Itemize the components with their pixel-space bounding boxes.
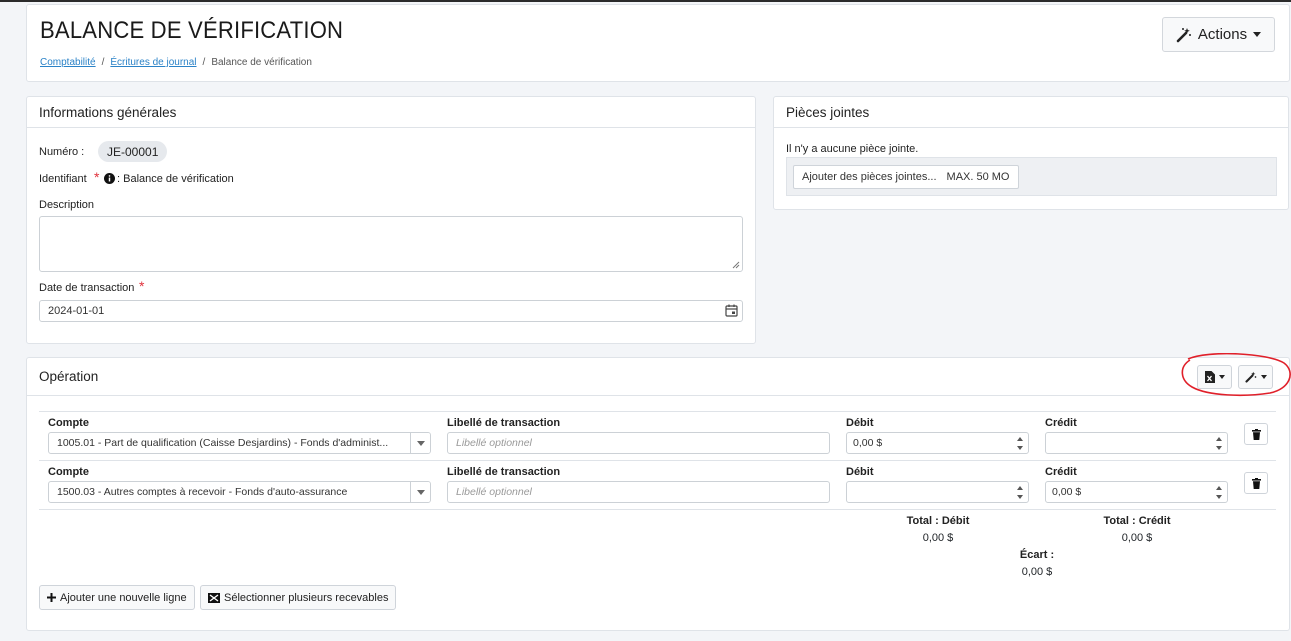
- actions-button[interactable]: Actions: [1162, 17, 1275, 52]
- info-icon[interactable]: [104, 173, 115, 184]
- debit-header: Débit: [846, 417, 874, 429]
- numero-badge: JE-00001: [98, 141, 168, 162]
- select-receivables-button[interactable]: Sélectionner plusieurs recevables: [200, 585, 397, 610]
- label-header: Libellé de transaction: [447, 466, 561, 478]
- gap-total: Écart : 0,00 $: [1002, 549, 1072, 578]
- attachments-empty-text: Il n'y a aucune pièce jointe.: [786, 143, 919, 155]
- total-credit-value: 0,00 $: [1121, 532, 1153, 544]
- credit-header: Crédit: [1045, 466, 1077, 478]
- row-divider: [39, 509, 1276, 510]
- select-multiple-icon: [208, 592, 220, 603]
- resize-handle-icon[interactable]: [732, 261, 740, 269]
- date-value: 2024-01-01: [48, 305, 105, 317]
- add-attachments-label: Ajouter des pièces jointes...: [802, 171, 937, 183]
- account-select[interactable]: 1500.03 - Autres comptes à recevoir - Fo…: [48, 481, 431, 503]
- breadcrumb: Comptabilité / Écritures de journal / Ba…: [40, 57, 312, 68]
- max-size-label: MAX. 50 MO: [946, 171, 1010, 183]
- debit-input[interactable]: [846, 481, 1029, 503]
- dropdown-toggle[interactable]: [410, 433, 430, 453]
- page-title: BALANCE DE VÉRIFICATION: [40, 17, 344, 44]
- chevron-down-icon: [416, 440, 425, 446]
- required-asterisk: *: [94, 169, 100, 185]
- actions-label: Actions: [1197, 26, 1248, 43]
- add-line-label: Ajouter une nouvelle ligne: [60, 591, 187, 604]
- debit-header: Débit: [846, 466, 874, 478]
- account-value: 1005.01 - Part de qualification (Caisse …: [57, 437, 389, 449]
- debit-input[interactable]: 0,00 $: [846, 432, 1029, 454]
- credit-value: 0,00 $: [1052, 486, 1082, 498]
- identifiant-value: : Balance de vérification: [117, 173, 234, 185]
- total-credit: Total : Crédit 0,00 $: [1087, 515, 1187, 544]
- attachment-dropzone[interactable]: Ajouter des pièces jointes... MAX. 50 MO: [786, 157, 1277, 196]
- total-credit-label: Total : Crédit: [1103, 515, 1171, 527]
- spinner-icon[interactable]: [1016, 435, 1024, 452]
- attachments-card: Pièces jointes Il n'y a aucune pièce joi…: [773, 96, 1289, 210]
- label-header: Libellé de transaction: [447, 417, 561, 429]
- chevron-down-icon: [1253, 32, 1262, 37]
- total-debit-label: Total : Débit: [906, 515, 970, 527]
- date-label: Date de transaction: [39, 282, 135, 294]
- dropdown-toggle[interactable]: [410, 482, 430, 502]
- trash-icon: [1251, 428, 1261, 440]
- total-debit: Total : Débit 0,00 $: [893, 515, 983, 544]
- annotation-circle: [1181, 353, 1291, 397]
- date-input[interactable]: 2024-01-01: [39, 300, 743, 322]
- plus-icon: [47, 593, 56, 602]
- account-header: Compte: [48, 466, 89, 478]
- breadcrumb-current: Balance de vérification: [211, 57, 312, 68]
- row-divider: [39, 411, 1276, 412]
- total-debit-value: 0,00 $: [922, 532, 954, 544]
- gap-value: 0,00 $: [1021, 566, 1053, 578]
- identifiant-label: Identifiant: [39, 173, 87, 185]
- select-receivables-label: Sélectionner plusieurs recevables: [224, 591, 389, 604]
- delete-row-button[interactable]: [1244, 423, 1268, 445]
- add-line-button[interactable]: Ajouter une nouvelle ligne: [39, 585, 195, 610]
- top-border: [0, 0, 1291, 2]
- page-header: BALANCE DE VÉRIFICATION Comptabilité / É…: [26, 4, 1290, 82]
- transaction-label-input[interactable]: Libellé optionnel: [447, 432, 830, 454]
- row-divider: [39, 460, 1276, 461]
- credit-input[interactable]: 0,00 $: [1045, 481, 1228, 503]
- breadcrumb-link-ecritures[interactable]: Écritures de journal: [110, 57, 196, 68]
- gap-label: Écart :: [1019, 549, 1055, 561]
- account-value: 1500.03 - Autres comptes à recevoir - Fo…: [57, 486, 348, 498]
- delete-row-button[interactable]: [1244, 472, 1268, 494]
- account-select[interactable]: 1005.01 - Part de qualification (Caisse …: [48, 432, 431, 454]
- breadcrumb-separator: /: [101, 57, 105, 68]
- calendar-icon[interactable]: [725, 304, 738, 317]
- description-label: Description: [39, 199, 95, 211]
- attachments-title: Pièces jointes: [774, 97, 1288, 128]
- general-info-card: Informations générales Numéro : JE-00001…: [26, 96, 756, 344]
- credit-header: Crédit: [1045, 417, 1077, 429]
- debit-value: 0,00 $: [853, 437, 883, 449]
- general-info-title: Informations générales: [27, 97, 755, 128]
- magic-wand-icon: [1176, 27, 1191, 42]
- required-asterisk: *: [139, 278, 145, 294]
- spinner-icon[interactable]: [1016, 484, 1024, 501]
- add-attachments-button[interactable]: Ajouter des pièces jointes... MAX. 50 MO: [793, 165, 1019, 189]
- breadcrumb-link-comptabilite[interactable]: Comptabilité: [40, 57, 96, 68]
- account-header: Compte: [48, 417, 89, 429]
- breadcrumb-separator: /: [202, 57, 206, 68]
- transaction-label-input[interactable]: Libellé optionnel: [447, 481, 830, 503]
- credit-input[interactable]: [1045, 432, 1228, 454]
- chevron-down-icon: [416, 489, 425, 495]
- description-textarea[interactable]: [39, 216, 743, 272]
- numero-label: Numéro :: [39, 146, 85, 158]
- spinner-icon[interactable]: [1215, 484, 1223, 501]
- operation-card: Opération Compte Libellé de transaction …: [26, 353, 1291, 631]
- spinner-icon[interactable]: [1215, 435, 1223, 452]
- operation-title: Opération: [27, 358, 1289, 396]
- trash-icon: [1251, 477, 1261, 489]
